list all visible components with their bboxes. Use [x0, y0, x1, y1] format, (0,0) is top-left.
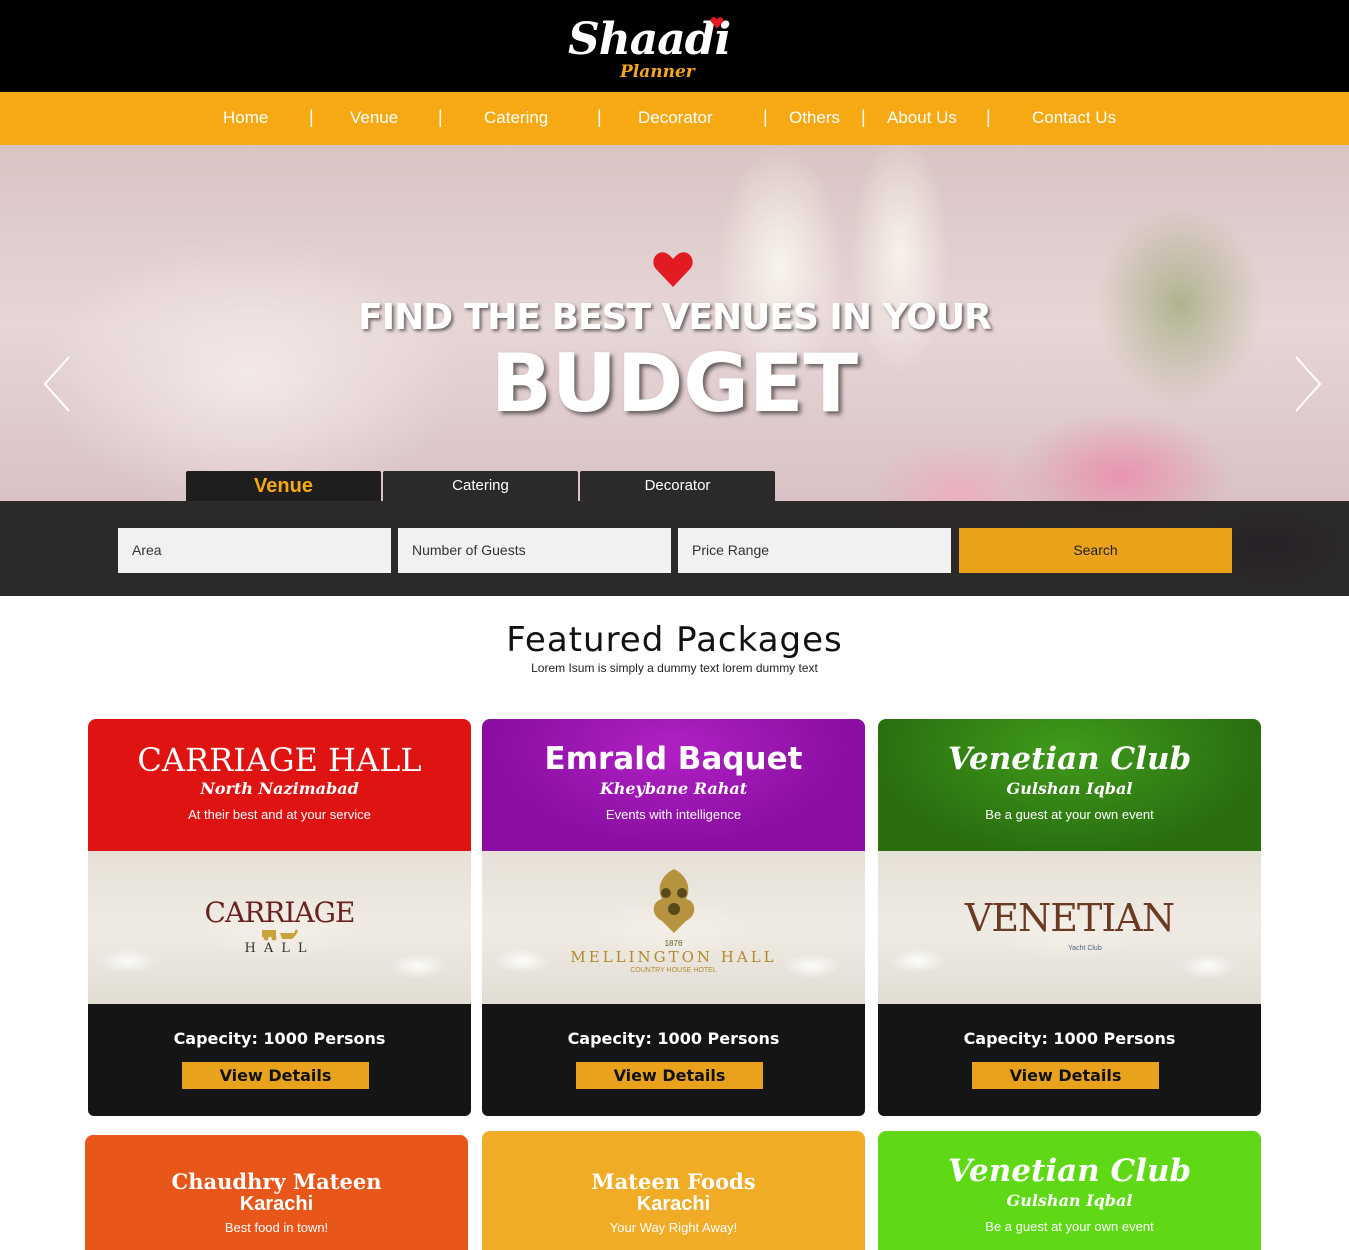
tab-venue[interactable]: Venue [186, 471, 381, 501]
logo-subtitle: Planner [620, 62, 695, 82]
capacity-text: Capecity: 1000 Persons [567, 1029, 780, 1048]
hero-heading-emphasis: BUDGET [490, 337, 859, 430]
logo-title: Shaadi [568, 14, 731, 65]
package-card: Emrald Baquet Kheybane Rahat Events with… [482, 719, 865, 1116]
package-card: CARRIAGE HALL North Nazimabad At their b… [88, 719, 471, 1116]
venue-logo-subtext: COUNTRY HOUSE HOTEL [630, 967, 717, 974]
hero-heading: FIND THE BEST VENUES IN YOUR [358, 297, 992, 338]
venue-tagline: Your Way Right Away! [609, 1220, 738, 1235]
view-details-button[interactable]: View Details [972, 1062, 1159, 1089]
nav-separator: | [309, 107, 314, 127]
card-header: Venetian Club Gulshan Iqbal Be a guest a… [878, 1131, 1261, 1250]
nav-separator: | [597, 107, 602, 127]
card-header: Venetian Club Gulshan Iqbal Be a guest a… [878, 719, 1261, 851]
header-bar: Shaadi Planner [0, 0, 1349, 92]
main-nav: Home | Venue | Catering | Decorator | Ot… [0, 92, 1349, 145]
venue-tagline: Be a guest at your own event [985, 1219, 1154, 1234]
heart-icon [653, 252, 693, 287]
venue-area: North Nazimabad [200, 779, 359, 798]
tab-decorator[interactable]: Decorator [580, 471, 775, 501]
card-footer: Capecity: 1000 Persons View Details [88, 1004, 471, 1116]
venue-logo-text: VENETIAN [964, 896, 1175, 940]
nav-venue[interactable]: Venue [350, 108, 398, 128]
venue-image: 1876 MELLINGTON HALL COUNTRY HOUSE HOTEL [482, 851, 865, 1004]
site-logo[interactable]: Shaadi Planner [568, 10, 731, 86]
nav-separator: | [986, 107, 991, 127]
venue-name: Chaudhry Mateen [171, 1169, 382, 1194]
nav-separator: | [861, 107, 866, 127]
search-bar: Area Number of Guests Price Range Search [0, 501, 1349, 596]
capacity-text: Capecity: 1000 Persons [963, 1029, 1176, 1048]
venue-name: Mateen Foods [591, 1169, 756, 1194]
nav-separator: | [438, 107, 443, 127]
chevron-left-icon[interactable] [42, 355, 72, 413]
logo-heart-icon [710, 17, 724, 29]
venue-logo-text: MELLINGTON HALL [570, 948, 777, 966]
venue-logo-text: CARRIAGE [204, 896, 356, 929]
venue-logo-subtext: Yacht Club [1068, 945, 1102, 952]
venue-area: Gulshan Iqbal [1006, 1191, 1133, 1210]
capacity-text: Capecity: 1000 Persons [173, 1029, 386, 1048]
card-header: Mateen Foods Karachi Your Way Right Away… [482, 1131, 865, 1250]
venue-tagline: Events with intelligence [605, 807, 742, 822]
guests-select[interactable]: Number of Guests [398, 528, 671, 573]
venue-tagline: At their best and at your service [188, 807, 371, 822]
price-range-select[interactable]: Price Range [678, 528, 951, 573]
venue-area: Karachi [636, 1193, 711, 1215]
nav-about-us[interactable]: About Us [887, 108, 957, 128]
card-header: Emrald Baquet Kheybane Rahat Events with… [482, 719, 865, 851]
venue-area: Kheybane Rahat [599, 779, 748, 798]
venue-name: Venetian Club [947, 741, 1192, 777]
venue-name: Venetian Club [947, 1153, 1192, 1189]
package-card: Chaudhry Mateen Karachi Best food in tow… [85, 1135, 468, 1250]
tree-emblem-icon [653, 869, 695, 933]
nav-others[interactable]: Others [789, 108, 840, 128]
venue-logo-year: 1876 [664, 939, 683, 948]
tab-catering[interactable]: Catering [383, 471, 578, 501]
section-subtitle: Lorem Isum is simply a dummy text lorem … [531, 661, 818, 675]
carriage-icon [262, 929, 298, 941]
nav-contact-us[interactable]: Contact Us [1032, 108, 1116, 128]
venue-area: Gulshan Iqbal [1006, 779, 1133, 798]
section-title: Featured Packages [506, 620, 843, 660]
hero-slider: FIND THE BEST VENUES IN YOUR BUDGET Venu… [0, 145, 1349, 596]
chevron-right-icon[interactable] [1293, 355, 1323, 413]
card-footer: Capecity: 1000 Persons View Details [878, 1004, 1261, 1116]
area-select[interactable]: Area [118, 528, 391, 573]
package-card: Mateen Foods Karachi Your Way Right Away… [482, 1131, 865, 1250]
nav-home[interactable]: Home [223, 108, 268, 128]
nav-catering[interactable]: Catering [484, 108, 548, 128]
nav-decorator[interactable]: Decorator [638, 108, 713, 128]
package-card: Venetian Club Gulshan Iqbal Be a guest a… [878, 1131, 1261, 1250]
venue-area: Karachi [239, 1193, 314, 1215]
card-footer: Capecity: 1000 Persons View Details [482, 1004, 865, 1116]
venue-image: VENETIAN Yacht Club [878, 851, 1261, 1004]
venue-tagline: Be a guest at your own event [985, 807, 1154, 822]
card-header: Chaudhry Mateen Karachi Best food in tow… [85, 1135, 468, 1250]
nav-separator: | [763, 107, 768, 127]
venue-logo-subtext: HALL [244, 941, 315, 956]
search-button[interactable]: Search [959, 528, 1232, 573]
venue-tagline: Best food in town! [224, 1220, 329, 1235]
venue-name: Emrald Baquet [544, 741, 803, 777]
card-header: CARRIAGE HALL North Nazimabad At their b… [88, 719, 471, 851]
view-details-button[interactable]: View Details [576, 1062, 763, 1089]
venue-image: CARRIAGE HALL [88, 851, 471, 1004]
view-details-button[interactable]: View Details [182, 1062, 369, 1089]
venue-name: CARRIAGE HALL [137, 741, 422, 779]
package-card: Venetian Club Gulshan Iqbal Be a guest a… [878, 719, 1261, 1116]
